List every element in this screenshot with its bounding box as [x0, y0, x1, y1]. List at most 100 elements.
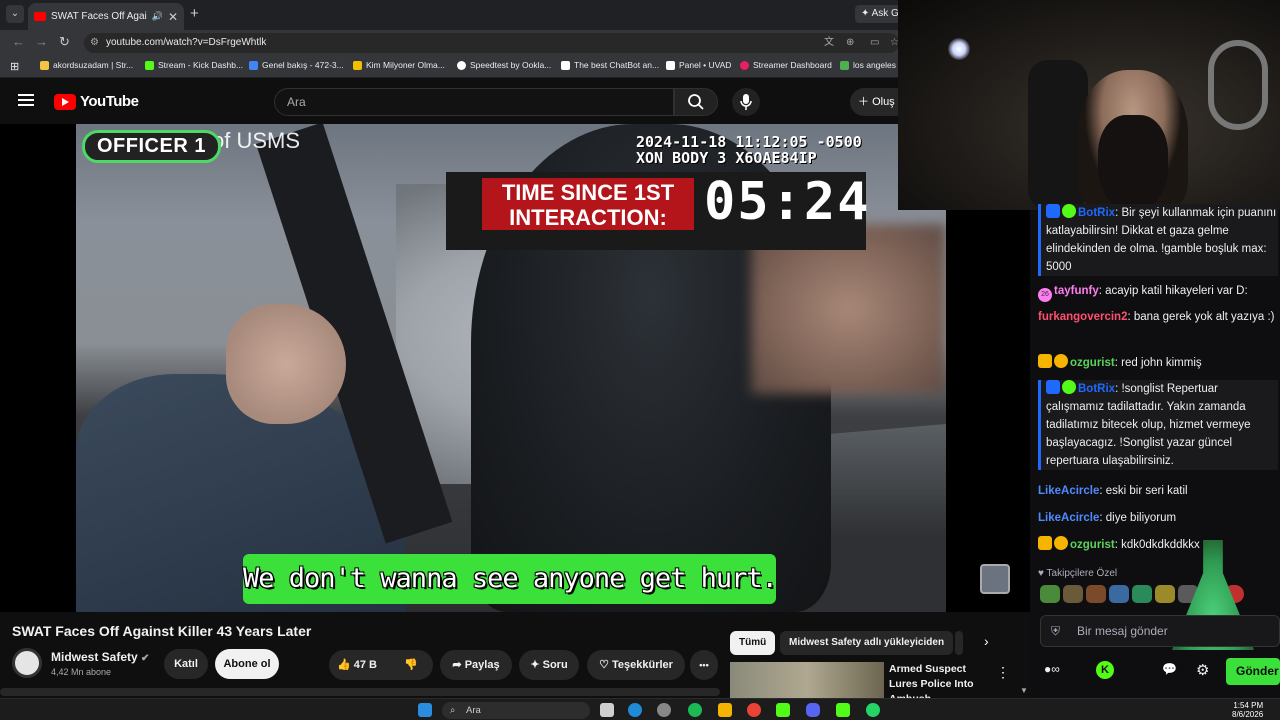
audio-icon[interactable]: 🔊: [152, 11, 163, 22]
microphone-icon: [740, 94, 752, 110]
chat-message: LikeAcircle: diye biliyorum: [1038, 512, 1177, 524]
kick-icon: [145, 60, 154, 70]
reload-icon[interactable]: ↻: [59, 34, 70, 50]
kick-app-icon-2[interactable]: [836, 703, 850, 717]
bookmark-3[interactable]: Genel bakış - 472-3...: [249, 60, 344, 70]
system-clock[interactable]: 1:54 PM 8/6/2026: [1232, 701, 1263, 719]
bookmark-label: los angeles -: [853, 60, 902, 70]
chip-uploader[interactable]: Midwest Safety adlı yükleyiciden: [780, 631, 954, 655]
emote-icon[interactable]: [1040, 585, 1060, 603]
channel-avatar[interactable]: [12, 648, 42, 678]
emote-icon[interactable]: [1086, 585, 1106, 603]
chat-username[interactable]: ozgurist: [1070, 357, 1115, 369]
more-actions-button[interactable]: •••: [690, 650, 718, 680]
bookmark-8[interactable]: Streamer Dashboard: [740, 60, 832, 70]
emote-icon[interactable]: [1063, 585, 1083, 603]
webcam-headset: [1208, 40, 1268, 130]
analytics-icon: [249, 60, 258, 70]
send-button[interactable]: Gönder: [1226, 658, 1280, 685]
time-since-label: TIME SINCE 1ST INTERACTION:: [482, 178, 694, 230]
chat-username[interactable]: LikeAcircle: [1038, 512, 1099, 524]
chat-message-input[interactable]: ⛨ Bir mesaj gönder: [1040, 615, 1280, 647]
emote-icon[interactable]: [1155, 585, 1175, 603]
youtube-logo[interactable]: YouTube: [54, 93, 139, 110]
chat-username[interactable]: ozgurist: [1070, 539, 1115, 551]
site-info-icon[interactable]: ⚙: [90, 33, 99, 53]
chrome-icon[interactable]: [747, 703, 761, 717]
streamer-icon: [740, 60, 749, 70]
bookmark-4[interactable]: Kim Milyoner Olma...: [353, 60, 445, 70]
chat-username[interactable]: LikeAcircle: [1038, 485, 1099, 497]
chat-bubble-icon[interactable]: 💬: [1162, 662, 1177, 676]
bookmark-6[interactable]: The best ChatBot an...: [561, 60, 659, 70]
share-label: Paylaş: [464, 659, 500, 671]
thanks-button[interactable]: ♡ Teşekkürler: [587, 650, 685, 680]
install-icon[interactable]: ▭: [870, 33, 879, 53]
shield-icon: ⛨: [1051, 624, 1061, 638]
apps-grid-icon[interactable]: ⊞: [10, 60, 19, 73]
bookmark-5[interactable]: Speedtest by Ookla...: [457, 60, 551, 70]
forward-icon[interactable]: →: [35, 34, 48, 49]
ask-label: Soru: [542, 659, 568, 671]
windows-start-icon[interactable]: [418, 703, 432, 717]
time-since-label-line-1: TIME SINCE 1ST: [501, 180, 675, 205]
menu-icon[interactable]: [18, 94, 34, 106]
recommendation-menu-icon[interactable]: ⋮: [996, 664, 1010, 681]
share-button[interactable]: ➦ Paylaş: [440, 650, 512, 680]
zoom-icon[interactable]: ⊕: [846, 33, 854, 53]
whatsapp-icon[interactable]: [866, 703, 880, 717]
edge-icon[interactable]: [628, 703, 642, 717]
channel-name-text: Midwest Safety: [51, 650, 138, 664]
task-view-icon[interactable]: [600, 703, 614, 717]
search-input[interactable]: Ara: [274, 88, 674, 116]
subscribe-button[interactable]: Abone ol: [215, 649, 279, 679]
kick-app-icon[interactable]: [776, 703, 790, 717]
back-icon[interactable]: ←: [12, 34, 25, 49]
url-field[interactable]: ⚙ youtube.com/watch?v=DsFrgeWhtlk 文 ⊕ ▭ …: [84, 33, 899, 53]
chat-username[interactable]: furkangovercin2: [1038, 311, 1127, 323]
video-player[interactable]: of USMS OFFICER 1 2024-11-18 11:12:05 -0…: [0, 124, 1030, 612]
chip-all[interactable]: Tümü: [730, 631, 776, 655]
scroll-down-icon[interactable]: ▼: [1020, 686, 1028, 695]
chat-message: ozgurist: red john kimmiş: [1038, 354, 1278, 372]
bookmark-2[interactable]: Stream - Kick Dashb...: [145, 60, 243, 70]
chat-username[interactable]: tayfunfy: [1054, 285, 1099, 297]
translate-icon[interactable]: 文: [824, 33, 834, 53]
close-tab-icon[interactable]: ✕: [168, 10, 178, 24]
obs-icon[interactable]: [657, 703, 671, 717]
kick-icon[interactable]: K: [1096, 661, 1114, 679]
channel-name[interactable]: Midwest Safety ✔: [51, 650, 149, 664]
webcam-beard: [1098, 115, 1168, 210]
bookmark-1[interactable]: akordsuzadam | Str...: [40, 60, 133, 70]
chat-text: bana gerek yok alt yazıya :): [1133, 311, 1275, 323]
settings-gear-icon[interactable]: ⚙: [1196, 661, 1209, 679]
bookmark-label: Stream - Kick Dashb...: [158, 60, 244, 70]
verified-badge-icon: [1062, 380, 1076, 394]
tab-search-button[interactable]: ⌄: [6, 5, 24, 23]
ask-button[interactable]: ✦ Soru: [519, 650, 579, 680]
browser-tab-active[interactable]: SWAT Faces Off Against Kil 🔊 ✕: [28, 3, 184, 30]
bookmark-9[interactable]: los angeles -: [840, 60, 901, 70]
voice-search-button[interactable]: [732, 88, 760, 116]
join-button[interactable]: Katıl: [164, 649, 208, 679]
emote-icon[interactable]: [1132, 585, 1152, 603]
recommendation-thumbnail[interactable]: [730, 662, 884, 698]
spotify-icon[interactable]: [688, 703, 702, 717]
bookmark-7[interactable]: Panel • UVAD: [666, 60, 731, 70]
like-button[interactable]: 👍 47 B: [337, 659, 377, 671]
dislike-icon[interactable]: 👎: [404, 659, 418, 671]
new-tab-button[interactable]: +: [190, 5, 199, 22]
verified-icon: ✔: [141, 653, 150, 664]
chat-username[interactable]: BotRix: [1078, 207, 1115, 219]
chip-more[interactable]: [955, 631, 963, 655]
chevron-right-icon[interactable]: ›: [984, 633, 989, 649]
discord-icon[interactable]: [806, 703, 820, 717]
points-icon[interactable]: ●∞: [1044, 662, 1060, 676]
chat-username[interactable]: BotRix: [1078, 383, 1115, 395]
search-button[interactable]: [674, 88, 718, 116]
bookmark-label: Streamer Dashboard: [753, 60, 832, 70]
file-explorer-icon[interactable]: [718, 703, 732, 717]
chat-message: ozgurist: kdk0dkdkddkkx: [1038, 536, 1278, 554]
emote-icon[interactable]: [1109, 585, 1129, 603]
taskbar-search[interactable]: ⌕ Ara: [442, 702, 590, 719]
